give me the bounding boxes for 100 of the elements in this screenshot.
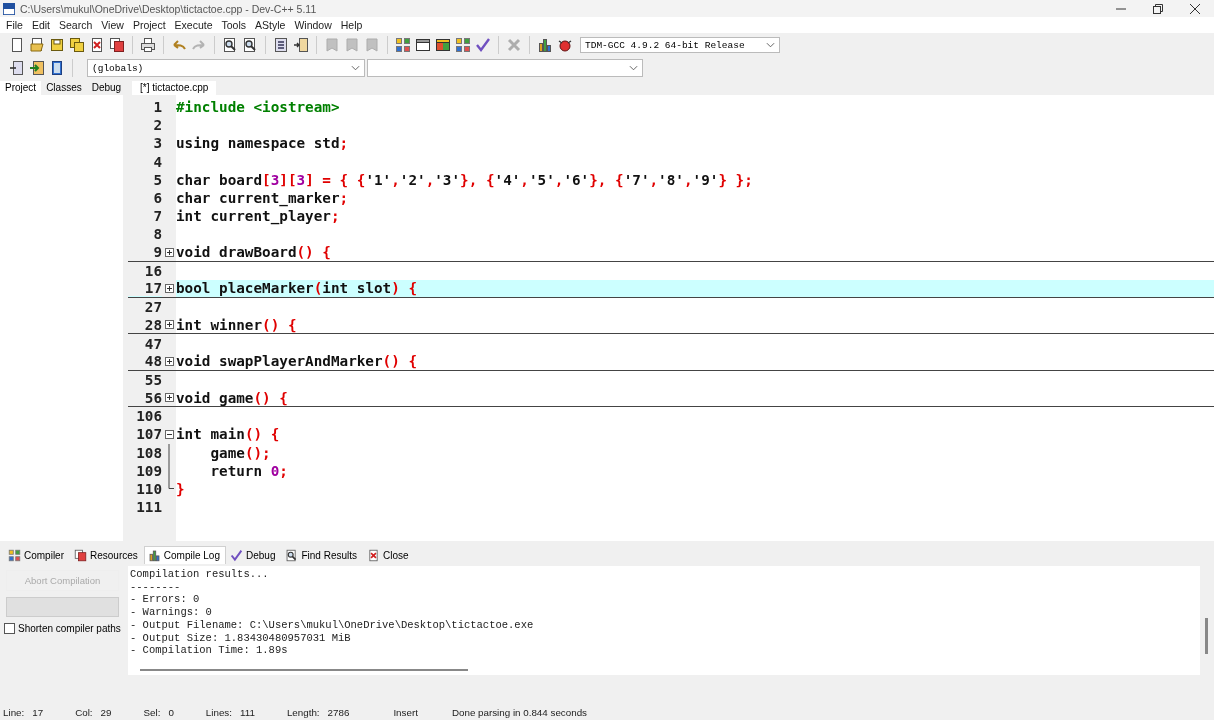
code-line: return 0; xyxy=(209,462,288,479)
line-number: 111 xyxy=(135,499,162,516)
code-line: int main() { xyxy=(176,426,280,443)
code-line: void swapPlayerAndMarker() { xyxy=(176,353,418,370)
line-number: 47 xyxy=(143,335,162,352)
chevron-icon xyxy=(629,65,638,71)
status-value: 17 xyxy=(32,707,44,718)
code-line: game(); xyxy=(209,444,271,461)
panel-tab[interactable]: Debug xyxy=(226,546,282,564)
status-label: Length: xyxy=(286,707,320,718)
panel-tab[interactable]: Find Results xyxy=(281,546,364,564)
code-line: int current_player; xyxy=(176,208,340,225)
status-label: Sel: xyxy=(143,707,161,718)
menu-item[interactable]: File xyxy=(6,19,29,31)
code-line: bool placeMarker(int slot) { xyxy=(176,280,418,297)
file-tab[interactable]: [*] tictactoe.cpp xyxy=(132,81,217,95)
status-mode: Insert xyxy=(393,707,418,718)
line-number: 16 xyxy=(143,262,162,279)
line-number: 1 xyxy=(152,99,162,116)
panel-tab[interactable]: Compile Log xyxy=(143,546,226,564)
panel-tab[interactable]: Debug xyxy=(86,81,127,95)
grid-icon xyxy=(8,549,21,562)
menu-item[interactable]: Help xyxy=(340,19,369,31)
status-value: 29 xyxy=(100,707,112,718)
line-number: 27 xyxy=(143,299,162,316)
window-title: C:\Users\mukul\OneDrive\Desktop\tictactoe.cpp - Dev-C++ 5.11 xyxy=(20,2,318,15)
menu-item[interactable]: Execute xyxy=(174,19,219,31)
menu-item[interactable]: View xyxy=(101,19,130,31)
status-label: Lines: xyxy=(205,707,232,718)
printer-icon[interactable] xyxy=(139,36,157,54)
code-line: char current_marker; xyxy=(176,190,349,207)
horizontal-scrollbar[interactable] xyxy=(140,669,468,673)
menu-item[interactable]: Tools xyxy=(221,19,253,31)
bar-chart-icon[interactable] xyxy=(536,36,554,54)
line-number: 7 xyxy=(152,208,162,225)
restore-icon[interactable] xyxy=(1153,3,1163,14)
status-label: Col: xyxy=(75,707,93,718)
grid-icon[interactable] xyxy=(394,36,412,54)
bar-chart-icon xyxy=(147,549,161,562)
code-line: void game() { xyxy=(176,389,288,406)
panel-tab[interactable]: Compiler xyxy=(4,546,70,564)
code-line: using namespace std; xyxy=(176,135,349,152)
panel-tab[interactable]: Classes xyxy=(41,81,87,95)
menu-item[interactable]: Window xyxy=(294,19,338,31)
close-icon[interactable] xyxy=(1190,3,1200,14)
menu-item[interactable]: Search xyxy=(59,19,99,31)
line-number: 8 xyxy=(152,226,162,243)
fold-expand-icon[interactable] xyxy=(164,247,174,257)
status-label: Line: xyxy=(3,707,25,718)
line-number: 4 xyxy=(152,153,162,170)
chevron-icon xyxy=(351,65,360,71)
fold-expand-icon[interactable] xyxy=(164,393,174,403)
log-line: Compilation results... xyxy=(130,568,270,581)
close-all-icon[interactable] xyxy=(108,36,126,54)
page-icon[interactable] xyxy=(8,59,26,77)
status-value: 2786 xyxy=(327,707,350,718)
vertical-scrollbar[interactable] xyxy=(1205,618,1208,654)
code-line: } xyxy=(176,481,185,498)
line-number: 6 xyxy=(152,190,162,207)
scope-dropdown[interactable]: (globals) xyxy=(87,59,365,77)
fold-expand-icon[interactable] xyxy=(164,356,174,366)
menu-item[interactable]: Project xyxy=(132,19,172,31)
panel-tab[interactable]: Resources xyxy=(70,546,144,564)
folder-icon[interactable] xyxy=(28,36,46,54)
menu-item[interactable]: Edit xyxy=(31,19,56,31)
close-all-icon xyxy=(74,549,87,562)
status-value: 0 xyxy=(168,707,174,718)
log-line: -------- xyxy=(130,580,182,594)
code-line: #include <iostream> xyxy=(176,99,340,116)
line-number: 2 xyxy=(152,117,162,134)
fold-expand-icon[interactable] xyxy=(164,320,174,330)
code-line: int winner() { xyxy=(176,316,297,333)
code-line: char board[3][3] = { {'1','2','3'}, {'4','5','6'}, {'7','8','9'} }; xyxy=(176,171,753,188)
status-message: Done parsing in 0.844 seconds xyxy=(451,707,587,718)
line-number: 109 xyxy=(135,462,162,479)
check-icon[interactable] xyxy=(474,36,492,54)
grid-icon[interactable] xyxy=(454,36,472,54)
line-number: 107 xyxy=(135,426,162,443)
compiler-dropdown[interactable]: TDM-GCC 4.9.2 64-bit Release xyxy=(580,37,780,53)
disk-icon[interactable] xyxy=(68,36,86,54)
log-line: - Errors: 0 xyxy=(130,593,201,607)
panel-tab[interactable]: Project xyxy=(0,81,42,95)
list-icon[interactable] xyxy=(272,36,290,54)
fold-collapse-icon[interactable] xyxy=(164,429,174,439)
panel-tab[interactable]: Close xyxy=(363,546,415,564)
log-line: - Compilation Time: 1.89s xyxy=(130,644,289,657)
line-number: 106 xyxy=(135,408,162,425)
log-line: - Warnings: 0 xyxy=(130,606,213,619)
line-number: 3 xyxy=(152,135,162,152)
fold-expand-icon[interactable] xyxy=(164,283,174,293)
code-line: void drawBoard() { xyxy=(176,244,331,261)
line-number: 108 xyxy=(135,444,162,461)
indent-icon[interactable] xyxy=(292,36,310,54)
shorten-paths-checkbox[interactable]: Shorten compiler paths xyxy=(4,623,121,634)
fold-end-line xyxy=(168,479,174,489)
check-icon xyxy=(230,549,243,562)
status-value: 111 xyxy=(240,707,255,718)
log-line: - Output Filename: C:\Users\mukul\OneDrive\Desktop\tictactoe.exe xyxy=(130,618,535,632)
menu-item[interactable]: AStyle xyxy=(255,19,292,31)
goto-icon[interactable] xyxy=(28,59,46,77)
